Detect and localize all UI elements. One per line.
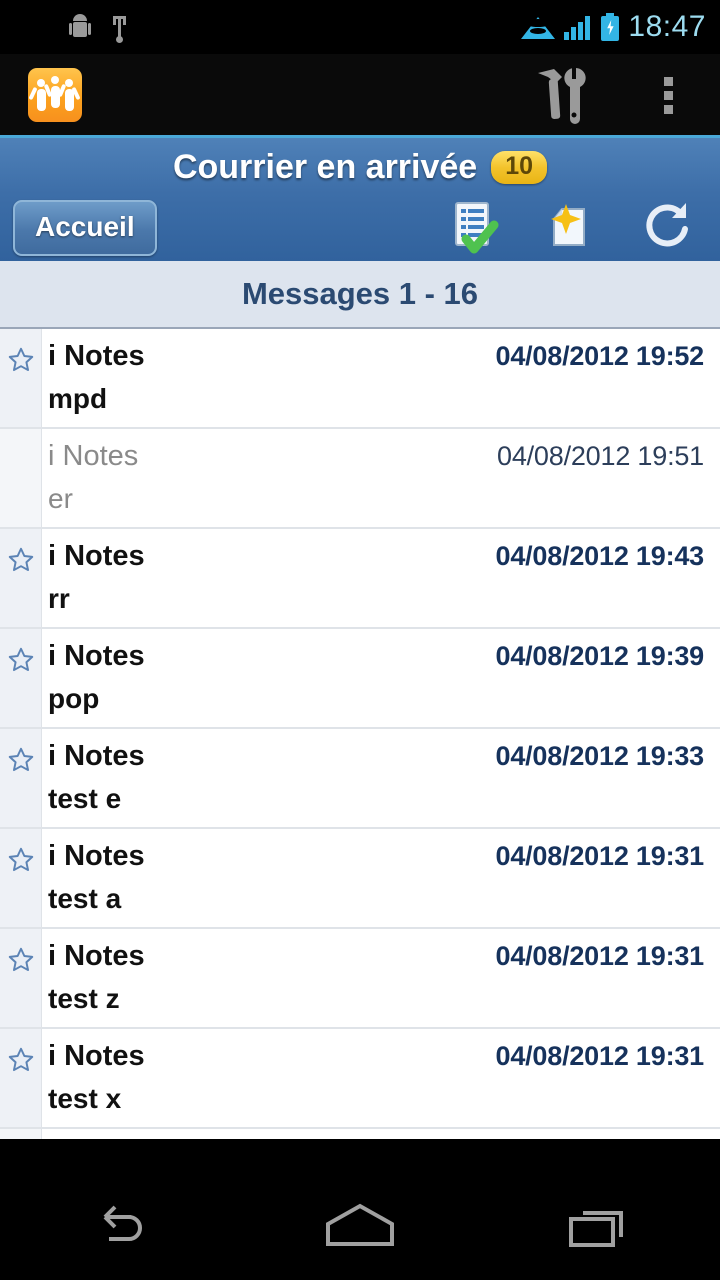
message-row[interactable]: i Notes 04/08/2012 19:33 test e — [0, 729, 720, 829]
status-bar-clock: 18:47 — [628, 10, 706, 43]
message-row[interactable]: i Notes 04/08/2012 19:31 test a — [0, 829, 720, 929]
message-sender: i Notes — [48, 940, 145, 972]
message-sender: i Notes — [48, 1040, 145, 1072]
star-icon[interactable] — [8, 347, 34, 373]
star-icon[interactable] — [8, 747, 34, 773]
message-date: 04/08/2012 19:39 — [495, 641, 705, 671]
overflow-menu-icon[interactable] — [638, 65, 698, 125]
message-row-body: i Notes 04/08/2012 19:33 test e — [42, 729, 720, 827]
message-row-line1: i Notes 04/08/2012 19:43 — [48, 540, 704, 573]
message-date: 04/08/2012 19:51 — [497, 441, 704, 471]
message-subject: pop — [48, 683, 100, 714]
star-icon[interactable] — [8, 947, 34, 973]
message-row[interactable]: i Notes 04/08/2012 19:39 pop — [0, 629, 720, 729]
message-row-body: i Notes 04/08/2012 19:51 er — [42, 429, 720, 527]
star-gutter[interactable] — [0, 1129, 42, 1139]
star-icon[interactable] — [8, 647, 34, 673]
lotus-traveler-app-icon[interactable] — [28, 67, 82, 122]
message-row[interactable]: i Notes03/27/2012 21:45test — [0, 1129, 720, 1139]
message-row-line1: i Notes 04/08/2012 19:31 — [48, 1040, 704, 1073]
message-row-line1: i Notes 04/08/2012 19:39 — [48, 640, 704, 673]
home-icon[interactable] — [280, 1172, 440, 1280]
message-sender: i Notes — [48, 540, 145, 572]
battery-charging-icon — [601, 13, 620, 41]
message-row-line1: i Notes 04/08/2012 19:51 — [48, 440, 704, 473]
phone-screen: 18:47 Courrier en arrivée 10 Accueil Mes… — [0, 0, 720, 1280]
message-subject: test a — [48, 883, 122, 914]
system-nav-bar — [0, 1172, 720, 1280]
message-row[interactable]: i Notes 04/08/2012 19:52 mpd — [0, 329, 720, 429]
message-date: 04/08/2012 19:31 — [495, 841, 705, 871]
wifi-icon — [521, 14, 556, 40]
header-toolbar: Accueil — [0, 196, 720, 260]
message-subject: rr — [48, 583, 70, 614]
compose-icon[interactable] — [546, 201, 598, 255]
message-subject: test e — [48, 783, 122, 814]
unread-count-badge: 10 — [491, 151, 548, 184]
message-row[interactable]: i Notes 04/08/2012 19:31 test x — [0, 1029, 720, 1129]
star-gutter[interactable] — [0, 729, 42, 827]
message-row-body: i Notes 04/08/2012 19:31 test a — [42, 829, 720, 927]
home-button[interactable]: Accueil — [13, 200, 157, 256]
message-date: 04/08/2012 19:33 — [495, 741, 705, 771]
message-row-body: i Notes 04/08/2012 19:31 test x — [42, 1029, 720, 1127]
page-title: Courrier en arrivée — [172, 148, 478, 186]
star-icon[interactable] — [8, 1047, 34, 1073]
message-count-label: Messages 1 - 16 — [241, 276, 479, 311]
star-gutter[interactable] — [0, 329, 42, 427]
status-bar: 18:47 — [0, 0, 720, 54]
message-subject: mpd — [48, 383, 108, 414]
refresh-icon[interactable] — [642, 201, 694, 255]
star-icon[interactable] — [8, 547, 34, 573]
message-subject: er — [48, 483, 73, 514]
header-title-row: Courrier en arrivée 10 — [0, 138, 720, 187]
message-row-body: i Notes03/27/2012 21:45test — [42, 1129, 720, 1139]
star-gutter[interactable] — [0, 629, 42, 727]
message-date: 04/08/2012 19:31 — [495, 1041, 705, 1071]
message-subject: test z — [48, 983, 120, 1014]
star-gutter[interactable] — [0, 529, 42, 627]
message-date: 04/08/2012 19:31 — [495, 941, 705, 971]
message-sender: i Notes — [48, 740, 145, 772]
message-sender: i Notes — [48, 640, 145, 672]
action-bar — [0, 54, 720, 138]
star-gutter[interactable] — [0, 829, 42, 927]
tools-icon[interactable] — [534, 65, 598, 125]
recents-icon[interactable] — [520, 1172, 680, 1280]
message-sender: i Notes — [48, 340, 145, 372]
message-date: 04/08/2012 19:52 — [495, 341, 705, 371]
message-row-line1: i Notes 04/08/2012 19:31 — [48, 840, 704, 873]
message-sender: i Notes — [48, 840, 145, 872]
message-row-body: i Notes 04/08/2012 19:52 mpd — [42, 329, 720, 427]
back-icon[interactable] — [40, 1172, 200, 1280]
mailbox-header: Courrier en arrivée 10 Accueil — [0, 138, 720, 261]
message-row-line1: i Notes 04/08/2012 19:33 — [48, 740, 704, 773]
android-debug-icon — [69, 14, 91, 40]
message-row-body: i Notes 04/08/2012 19:43 rr — [42, 529, 720, 627]
star-gutter[interactable] — [0, 929, 42, 1027]
usb-icon — [112, 14, 128, 43]
message-row[interactable]: i Notes 04/08/2012 19:43 rr — [0, 529, 720, 629]
star-gutter[interactable] — [0, 429, 42, 527]
message-row-line1: i Notes 04/08/2012 19:52 — [48, 340, 704, 373]
message-list-scroll[interactable]: i Notes 04/08/2012 19:52 mpd i Notes 04/08/2… — [0, 329, 720, 1139]
message-count-bar: Messages 1 - 16 — [0, 261, 720, 329]
message-subject: test x — [48, 1083, 122, 1114]
star-icon[interactable] — [8, 847, 34, 873]
mark-all-read-icon[interactable] — [450, 201, 502, 255]
message-row[interactable]: i Notes 04/08/2012 19:31 test z — [0, 929, 720, 1029]
message-date: 04/08/2012 19:43 — [495, 541, 705, 571]
message-sender: i Notes — [48, 440, 139, 472]
message-row-body: i Notes 04/08/2012 19:39 pop — [42, 629, 720, 727]
message-row-body: i Notes 04/08/2012 19:31 test z — [42, 929, 720, 1027]
message-list: i Notes 04/08/2012 19:52 mpd i Notes 04/08/2… — [0, 329, 720, 1139]
signal-icon — [564, 14, 592, 40]
message-row-line1: i Notes 04/08/2012 19:31 — [48, 940, 704, 973]
star-gutter[interactable] — [0, 1029, 42, 1127]
message-row[interactable]: i Notes 04/08/2012 19:51 er — [0, 429, 720, 529]
